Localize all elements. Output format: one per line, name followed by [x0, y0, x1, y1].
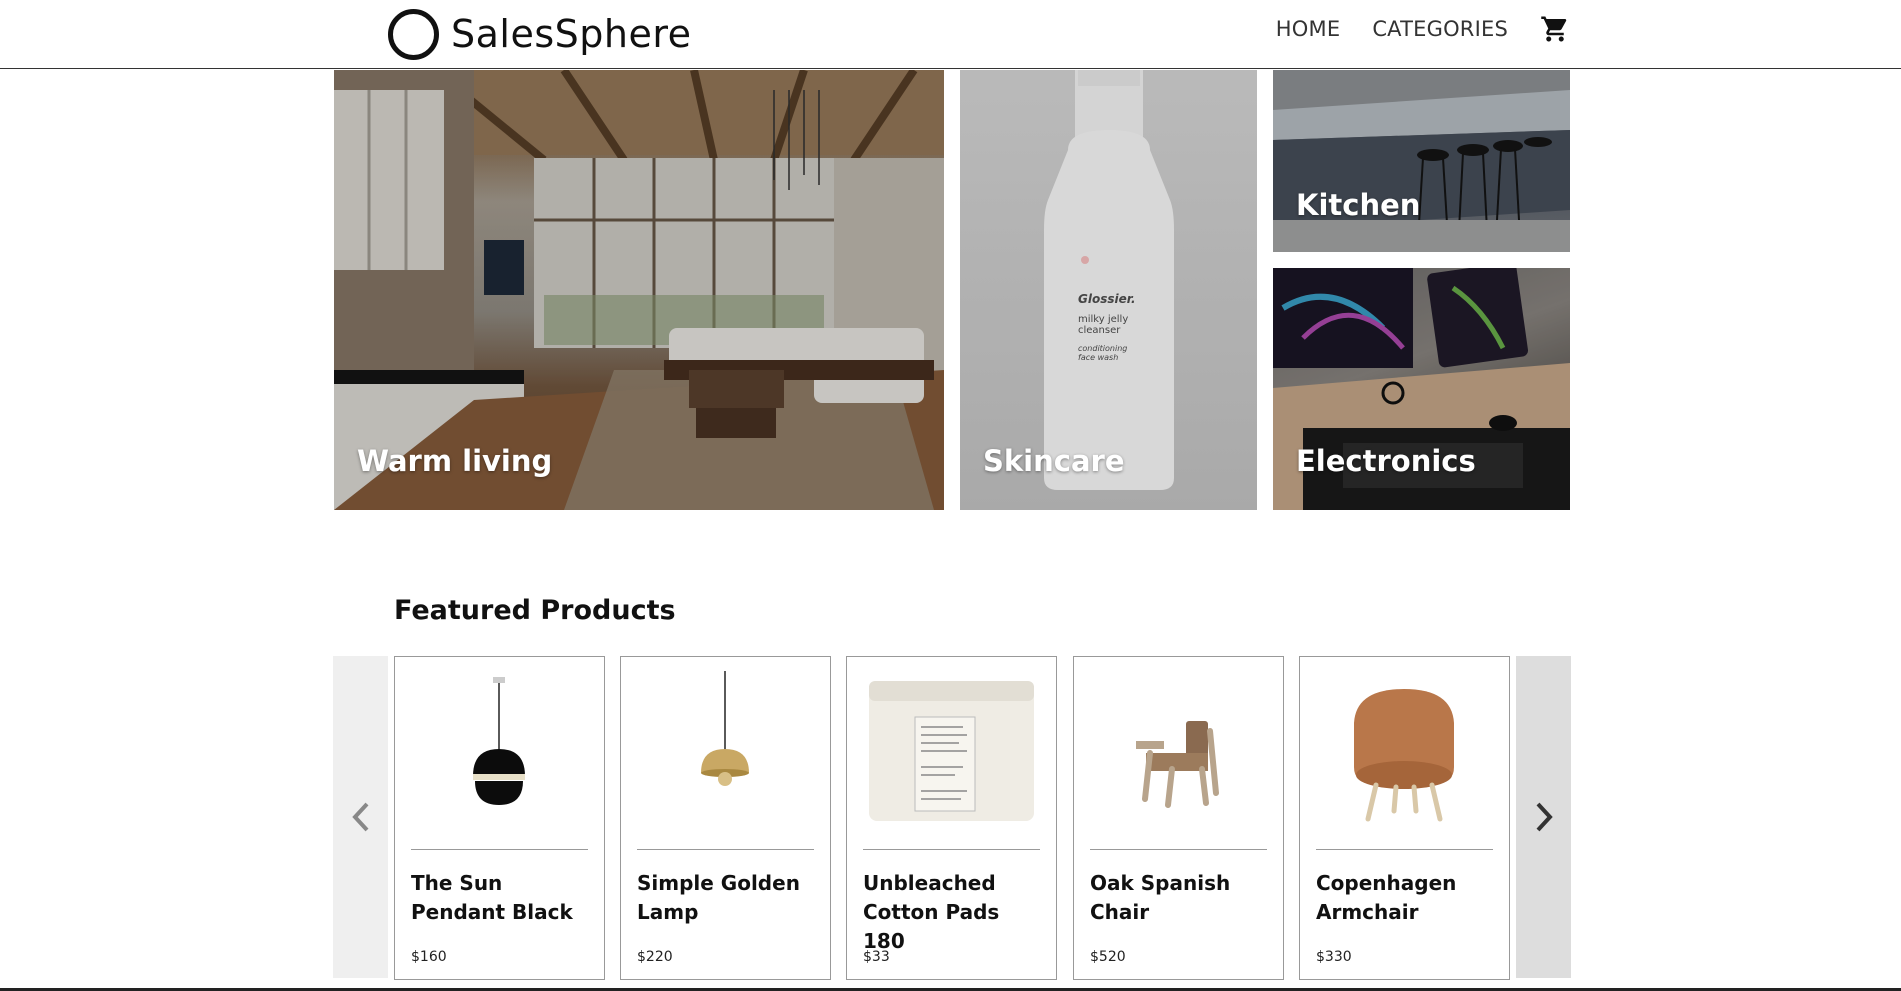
- brand-logo[interactable]: SalesSphere: [388, 8, 692, 60]
- logo-ring-icon: [388, 8, 439, 60]
- carousel-next-button[interactable]: [1516, 656, 1571, 978]
- bottle-line-1: milky jelly: [1078, 314, 1129, 325]
- nav-home-link[interactable]: HOME: [1276, 17, 1341, 41]
- card-divider: [1316, 849, 1493, 850]
- product-image-copenhagen-armchair: [1354, 689, 1454, 822]
- category-tile-electronics[interactable]: Electronics: [1273, 268, 1570, 510]
- product-price: $33: [863, 949, 890, 965]
- bottle-line-2: cleanser: [1078, 325, 1121, 336]
- bottle-line-4: face wash: [1078, 353, 1119, 362]
- product-name: Oak Spanish Chair: [1090, 871, 1231, 924]
- product-name: The Sun Pendant Black: [411, 871, 573, 924]
- product-card[interactable]: Oak Spanish Chair $520: [1073, 656, 1284, 980]
- product-image-spanish-chair: [1136, 721, 1219, 808]
- product-name: Simple Golden Lamp: [637, 871, 800, 924]
- product-card[interactable]: Unbleached Cotton Pads 180 $33: [846, 656, 1057, 980]
- chevron-right-icon: [1536, 802, 1553, 832]
- tile-label-skincare: Skincare: [983, 444, 1125, 478]
- product-card[interactable]: Simple Golden Lamp $220: [620, 656, 831, 980]
- category-tile-warm-living[interactable]: Warm living: [334, 70, 944, 510]
- product-card[interactable]: The Sun Pendant Black $160: [394, 656, 605, 980]
- product-card[interactable]: Copenhagen Armchair $330: [1299, 656, 1510, 980]
- product-price: $160: [411, 949, 447, 965]
- product-name: Unbleached Cotton Pads 180: [863, 871, 1000, 953]
- bottle-brand: Glossier.: [1078, 292, 1136, 306]
- tile-label-kitchen: Kitchen: [1296, 188, 1421, 222]
- nav-categories-link[interactable]: CATEGORIES: [1372, 17, 1508, 41]
- product-image-sun-pendant: [473, 677, 525, 805]
- carousel-prev-button[interactable]: [333, 656, 388, 978]
- product-price: $330: [1316, 949, 1352, 965]
- card-divider: [863, 849, 1040, 850]
- product-image-cotton-pads: [869, 681, 1034, 821]
- featured-products-heading: Featured Products: [394, 595, 676, 626]
- main-nav: HOME CATEGORIES: [1276, 14, 1570, 44]
- chevron-left-icon: [351, 802, 368, 832]
- bottle-line-3: conditioning: [1078, 344, 1128, 353]
- site-header: SalesSphere HOME CATEGORIES: [0, 0, 1901, 69]
- brand-name: SalesSphere: [451, 12, 692, 56]
- tile-label-warm-living: Warm living: [357, 444, 553, 478]
- bottle-print: Glossier. milky jelly cleanser condition…: [1078, 292, 1158, 362]
- tile-label-electronics: Electronics: [1296, 444, 1476, 478]
- card-divider: [1090, 849, 1267, 850]
- kitchen-image: [1273, 70, 1570, 252]
- card-divider: [411, 849, 588, 850]
- cart-icon[interactable]: [1540, 14, 1570, 44]
- product-price: $220: [637, 949, 673, 965]
- product-price: $520: [1090, 949, 1126, 965]
- product-image-golden-lamp: [701, 671, 749, 786]
- card-divider: [637, 849, 814, 850]
- category-tile-skincare[interactable]: Glossier. milky jelly cleanser condition…: [960, 70, 1257, 510]
- category-tile-kitchen[interactable]: Kitchen: [1273, 70, 1570, 252]
- product-name: Copenhagen Armchair: [1316, 871, 1457, 924]
